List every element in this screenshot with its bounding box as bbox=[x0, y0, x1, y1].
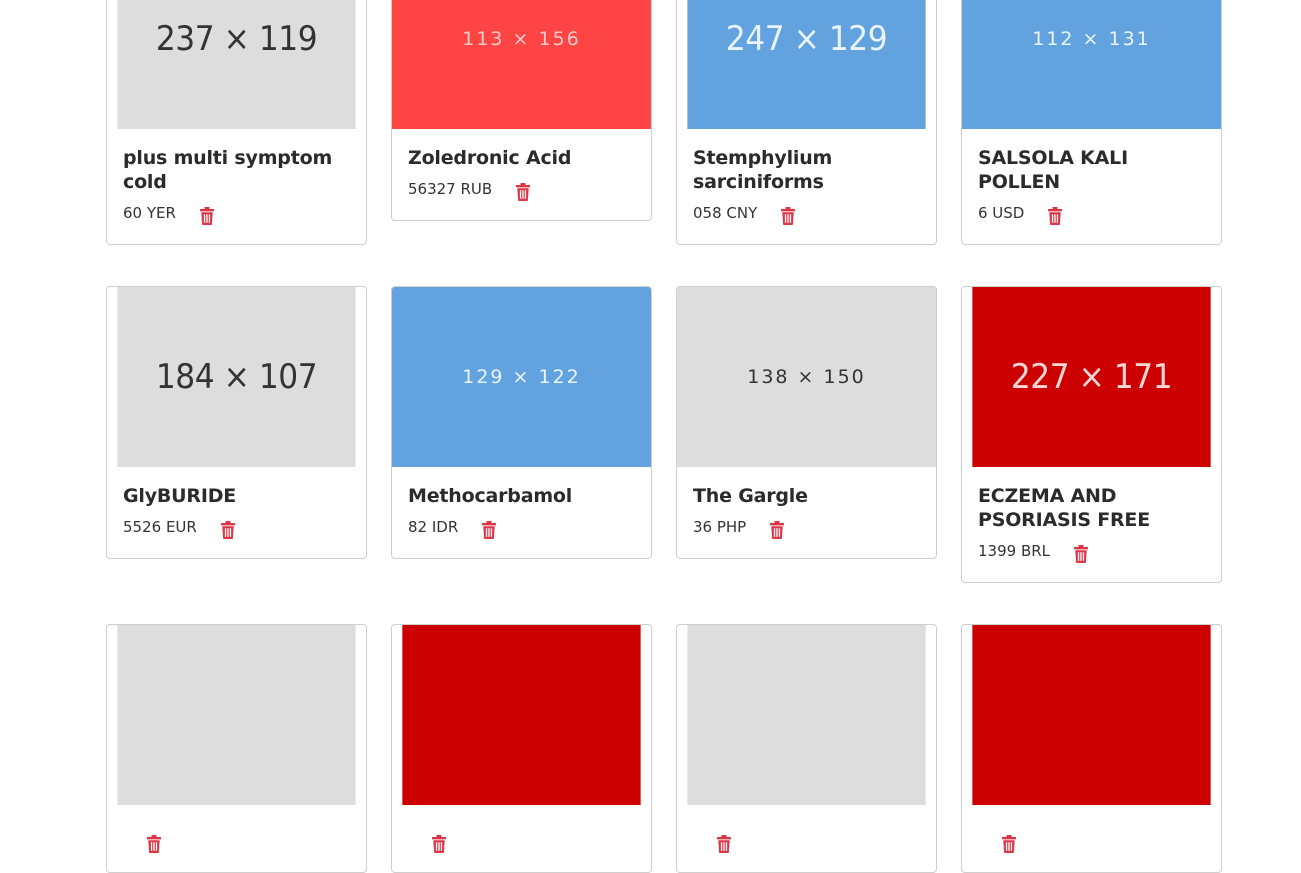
product-card-11 bbox=[676, 624, 937, 873]
product-name: Methocarbamol bbox=[408, 485, 573, 507]
trash-icon[interactable] bbox=[220, 521, 235, 539]
product-image-placeholder bbox=[117, 625, 356, 805]
product-image-placeholder: 138 × 150 bbox=[677, 287, 936, 467]
product-meta: 058 CNY bbox=[693, 204, 920, 226]
product-name: The Gargle bbox=[693, 485, 808, 507]
product-meta: 6 USD bbox=[978, 204, 1205, 226]
product-price: 36 PHP bbox=[693, 518, 747, 536]
product-card-3: 247 × 129 Stemphylium sarciniforms 058 C… bbox=[676, 0, 937, 245]
product-card-10 bbox=[391, 624, 652, 873]
product-meta: 60 YER bbox=[123, 204, 350, 226]
product-image-placeholder bbox=[687, 625, 926, 805]
image-dimensions-label: 237 × 119 bbox=[155, 19, 318, 59]
product-price: 058 CNY bbox=[693, 204, 758, 222]
product-meta bbox=[978, 832, 1205, 854]
trash-icon[interactable] bbox=[147, 835, 161, 853]
product-price: 1399 BRL bbox=[978, 542, 1051, 560]
card-body bbox=[677, 805, 936, 872]
product-grid: 237 × 119 plus multi symptom cold 60 YER bbox=[106, 0, 1222, 873]
image-dimensions-label: 129 × 122 bbox=[462, 366, 581, 388]
product-card-4: 112 × 131 SALSOLA KALI POLLEN 6 USD bbox=[961, 0, 1222, 245]
card-body: The Gargle 36 PHP bbox=[677, 467, 936, 558]
product-meta bbox=[123, 832, 350, 854]
product-price: 56327 RUB bbox=[408, 180, 493, 198]
product-image-placeholder: 227 × 171 bbox=[972, 287, 1211, 467]
card-body bbox=[962, 805, 1221, 872]
card-body: GlyBURIDE 5526 EUR bbox=[107, 467, 366, 558]
image-dimensions-label: 247 × 129 bbox=[725, 19, 888, 59]
product-price: 5526 EUR bbox=[123, 518, 197, 536]
product-image-placeholder: 184 × 107 bbox=[117, 287, 356, 467]
product-meta bbox=[693, 832, 920, 854]
product-image-placeholder: 247 × 129 bbox=[687, 0, 926, 129]
product-card-7: 138 × 150 The Gargle 36 PHP bbox=[676, 286, 937, 559]
card-body: ECZEMA AND PSORIASIS FREE 1399 BRL bbox=[962, 467, 1221, 582]
product-card-9 bbox=[106, 624, 367, 873]
image-dimensions-label: 138 × 150 bbox=[747, 366, 866, 388]
product-name: GlyBURIDE bbox=[123, 485, 237, 507]
product-card-12 bbox=[961, 624, 1222, 873]
product-price: 6 USD bbox=[978, 204, 1025, 222]
trash-icon[interactable] bbox=[1002, 835, 1016, 853]
trash-icon[interactable] bbox=[770, 521, 785, 539]
trash-icon[interactable] bbox=[1074, 545, 1089, 563]
image-dimensions-label: 112 × 131 bbox=[1032, 28, 1151, 50]
trash-icon[interactable] bbox=[516, 183, 531, 201]
product-card-1: 237 × 119 plus multi symptom cold 60 YER bbox=[106, 0, 367, 245]
card-body: SALSOLA KALI POLLEN 6 USD bbox=[962, 129, 1221, 244]
image-dimensions-label: 227 × 171 bbox=[1010, 357, 1173, 397]
product-image-placeholder: 113 × 156 bbox=[392, 0, 651, 129]
product-meta: 5526 EUR bbox=[123, 518, 350, 540]
product-name: ECZEMA AND PSORIASIS FREE bbox=[978, 485, 1150, 531]
product-price: 82 IDR bbox=[408, 518, 459, 536]
product-name: Stemphylium sarciniforms bbox=[693, 147, 833, 193]
card-body: plus multi symptom cold 60 YER bbox=[107, 129, 366, 244]
trash-icon[interactable] bbox=[432, 835, 446, 853]
product-meta: 36 PHP bbox=[693, 518, 920, 540]
card-body: Methocarbamol 82 IDR bbox=[392, 467, 651, 558]
product-meta: 56327 RUB bbox=[408, 180, 635, 202]
product-meta bbox=[408, 832, 635, 854]
product-meta: 1399 BRL bbox=[978, 542, 1205, 564]
image-dimensions-label: 184 × 107 bbox=[155, 357, 318, 397]
product-image-placeholder: 129 × 122 bbox=[392, 287, 651, 467]
image-dimensions-label: 113 × 156 bbox=[462, 28, 581, 50]
product-image-placeholder bbox=[972, 625, 1211, 805]
product-name: plus multi symptom cold bbox=[123, 147, 333, 193]
trash-icon[interactable] bbox=[717, 835, 731, 853]
product-meta: 82 IDR bbox=[408, 518, 635, 540]
product-image-placeholder: 112 × 131 bbox=[962, 0, 1221, 129]
product-image-placeholder: 237 × 119 bbox=[117, 0, 356, 129]
card-body bbox=[392, 805, 651, 872]
product-card-2: 113 × 156 Zoledronic Acid 56327 RUB bbox=[391, 0, 652, 221]
product-name: Zoledronic Acid bbox=[408, 147, 572, 169]
product-card-5: 184 × 107 GlyBURIDE 5526 EUR bbox=[106, 286, 367, 559]
trash-icon[interactable] bbox=[1048, 207, 1063, 225]
card-body bbox=[107, 805, 366, 872]
trash-icon[interactable] bbox=[781, 207, 796, 225]
card-body: Zoledronic Acid 56327 RUB bbox=[392, 129, 651, 220]
product-name: SALSOLA KALI POLLEN bbox=[978, 147, 1128, 193]
product-card-6: 129 × 122 Methocarbamol 82 IDR bbox=[391, 286, 652, 559]
trash-icon[interactable] bbox=[482, 521, 497, 539]
trash-icon[interactable] bbox=[199, 207, 214, 225]
card-body: Stemphylium sarciniforms 058 CNY bbox=[677, 129, 936, 244]
product-price: 60 YER bbox=[123, 204, 176, 222]
product-image-placeholder bbox=[402, 625, 641, 805]
product-card-8: 227 × 171 ECZEMA AND PSORIASIS FREE 1399… bbox=[961, 286, 1222, 583]
